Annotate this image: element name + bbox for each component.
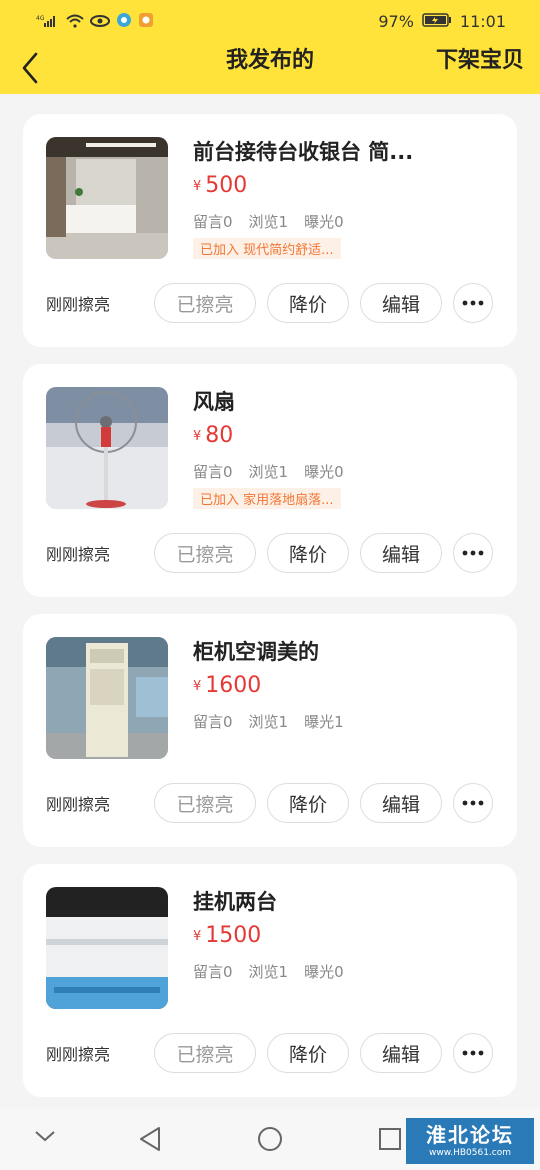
item-stats: 留言0 浏览1 曝光1 bbox=[193, 711, 493, 732]
item-stats: 留言0 浏览1 曝光0 bbox=[193, 211, 493, 232]
more-button[interactable] bbox=[453, 283, 493, 323]
nav-home-icon[interactable] bbox=[257, 1126, 283, 1156]
nav-collapse-icon[interactable] bbox=[34, 1128, 56, 1147]
signal-label: 4G bbox=[36, 15, 45, 22]
clock: 11:01 bbox=[459, 12, 506, 31]
refresh-status: 刚刚擦亮 bbox=[46, 545, 111, 564]
item-actions: 刚刚擦亮 已擦亮 降价 编辑 bbox=[46, 282, 495, 324]
views-count: 浏览1 bbox=[248, 463, 289, 481]
comments-count: 留言0 bbox=[193, 463, 233, 481]
views-count: 浏览1 bbox=[248, 213, 289, 231]
views-count: 浏览1 bbox=[248, 963, 289, 981]
polished-button[interactable]: 已擦亮 bbox=[154, 783, 256, 823]
nav-back-icon[interactable] bbox=[138, 1126, 162, 1156]
edit-button[interactable]: 编辑 bbox=[360, 283, 442, 323]
watermark-text: 淮北论坛 bbox=[426, 1123, 514, 1147]
battery-text: 97% bbox=[378, 12, 414, 31]
item-price: ¥1600 bbox=[193, 674, 493, 699]
price-value: 500 bbox=[205, 173, 248, 198]
views-count: 浏览1 bbox=[248, 713, 289, 731]
polished-button[interactable]: 已擦亮 bbox=[154, 1033, 256, 1073]
battery-icon bbox=[422, 12, 452, 31]
price-value: 1500 bbox=[205, 923, 262, 948]
delisted-items-link[interactable]: 下架宝贝 bbox=[436, 44, 524, 94]
item-title[interactable]: 风扇 bbox=[193, 386, 493, 416]
item-actions: 刚刚擦亮 已擦亮 降价 编辑 bbox=[46, 782, 495, 824]
more-button[interactable] bbox=[453, 533, 493, 573]
exposure-count: 曝光0 bbox=[304, 963, 344, 981]
reduce-price-button[interactable]: 降价 bbox=[267, 783, 349, 823]
exposure-count: 曝光0 bbox=[304, 463, 344, 481]
item-title[interactable]: 挂机两台 bbox=[193, 886, 493, 916]
signal-icon: 4G bbox=[36, 13, 60, 32]
item-title[interactable]: 前台接待台收银台 简... bbox=[193, 136, 493, 166]
refresh-status: 刚刚擦亮 bbox=[46, 1045, 111, 1064]
back-arrow-icon bbox=[22, 52, 38, 84]
refresh-status: 刚刚擦亮 bbox=[46, 795, 111, 814]
collection-tag[interactable]: 已加入 现代简约舒适... bbox=[193, 238, 341, 259]
item-price: ¥80 bbox=[193, 424, 493, 449]
edit-button[interactable]: 编辑 bbox=[360, 1033, 442, 1073]
item-actions: 刚刚擦亮 已擦亮 降价 编辑 bbox=[46, 1032, 495, 1074]
item-thumbnail[interactable] bbox=[46, 887, 168, 1009]
forum-watermark: 淮北论坛 www.HB0561.com bbox=[406, 1118, 534, 1164]
item-info: 挂机两台 ¥1500 留言0 浏览1 曝光0 bbox=[193, 886, 493, 982]
edit-button[interactable]: 编辑 bbox=[360, 783, 442, 823]
item-info: 风扇 ¥80 留言0 浏览1 曝光0 已加入 家用落地扇落... bbox=[193, 386, 493, 509]
exposure-count: 曝光0 bbox=[304, 213, 344, 231]
reduce-price-button[interactable]: 降价 bbox=[267, 283, 349, 323]
back-button[interactable] bbox=[14, 48, 46, 88]
reduce-price-button[interactable]: 降价 bbox=[267, 533, 349, 573]
item-stats: 留言0 浏览1 曝光0 bbox=[193, 961, 493, 982]
refresh-status: 刚刚擦亮 bbox=[46, 295, 111, 314]
more-icon bbox=[462, 800, 484, 806]
item-title[interactable]: 柜机空调美的 bbox=[193, 636, 493, 666]
currency-symbol: ¥ bbox=[193, 929, 202, 944]
price-value: 1600 bbox=[205, 673, 262, 698]
status-icons: 4G bbox=[36, 10, 154, 34]
more-icon bbox=[462, 300, 484, 306]
eye-icon bbox=[90, 13, 110, 32]
price-value: 80 bbox=[205, 423, 234, 448]
currency-symbol: ¥ bbox=[193, 679, 202, 694]
item-thumbnail[interactable] bbox=[46, 387, 168, 509]
item-price: ¥500 bbox=[193, 174, 493, 199]
comments-count: 留言0 bbox=[193, 713, 233, 731]
collection-tag[interactable]: 已加入 家用落地扇落... bbox=[193, 488, 341, 509]
item-stats: 留言0 浏览1 曝光0 bbox=[193, 461, 493, 482]
status-right: 97% 11:01 bbox=[378, 12, 506, 31]
app-notification-icon-2 bbox=[138, 12, 154, 32]
item-info: 前台接待台收银台 简... ¥500 留言0 浏览1 曝光0 已加入 现代简约舒… bbox=[193, 136, 493, 259]
item-thumbnail[interactable] bbox=[46, 637, 168, 759]
watermark-url: www.HB0561.com bbox=[428, 1148, 512, 1158]
exposure-count: 曝光1 bbox=[304, 713, 344, 731]
app-bar: 我发布的 下架宝贝 bbox=[0, 44, 540, 94]
item-thumbnail[interactable] bbox=[46, 137, 168, 259]
polished-button[interactable]: 已擦亮 bbox=[154, 283, 256, 323]
item-card[interactable]: 柜机空调美的 ¥1600 留言0 浏览1 曝光1 刚刚擦亮 已擦亮 降价 编辑 bbox=[23, 614, 517, 847]
item-card[interactable]: 风扇 ¥80 留言0 浏览1 曝光0 已加入 家用落地扇落... 刚刚擦亮 已擦… bbox=[23, 364, 517, 597]
wifi-icon bbox=[66, 13, 84, 32]
status-bar: 4G 97% 11:01 bbox=[0, 0, 540, 44]
currency-symbol: ¥ bbox=[193, 179, 202, 194]
nav-recents-icon[interactable] bbox=[378, 1127, 402, 1155]
polished-button[interactable]: 已擦亮 bbox=[154, 533, 256, 573]
item-card[interactable]: 前台接待台收银台 简... ¥500 留言0 浏览1 曝光0 已加入 现代简约舒… bbox=[23, 114, 517, 347]
comments-count: 留言0 bbox=[193, 213, 233, 231]
more-button[interactable] bbox=[453, 783, 493, 823]
comments-count: 留言0 bbox=[193, 963, 233, 981]
item-price: ¥1500 bbox=[193, 924, 493, 949]
app-notification-icon bbox=[116, 12, 132, 32]
item-card[interactable]: 挂机两台 ¥1500 留言0 浏览1 曝光0 刚刚擦亮 已擦亮 降价 编辑 bbox=[23, 864, 517, 1097]
more-icon bbox=[462, 550, 484, 556]
more-button[interactable] bbox=[453, 1033, 493, 1073]
edit-button[interactable]: 编辑 bbox=[360, 533, 442, 573]
item-list: 前台接待台收银台 简... ¥500 留言0 浏览1 曝光0 已加入 现代简约舒… bbox=[23, 114, 517, 1114]
item-info: 柜机空调美的 ¥1600 留言0 浏览1 曝光1 bbox=[193, 636, 493, 732]
more-icon bbox=[462, 1050, 484, 1056]
reduce-price-button[interactable]: 降价 bbox=[267, 1033, 349, 1073]
item-actions: 刚刚擦亮 已擦亮 降价 编辑 bbox=[46, 532, 495, 574]
currency-symbol: ¥ bbox=[193, 429, 202, 444]
